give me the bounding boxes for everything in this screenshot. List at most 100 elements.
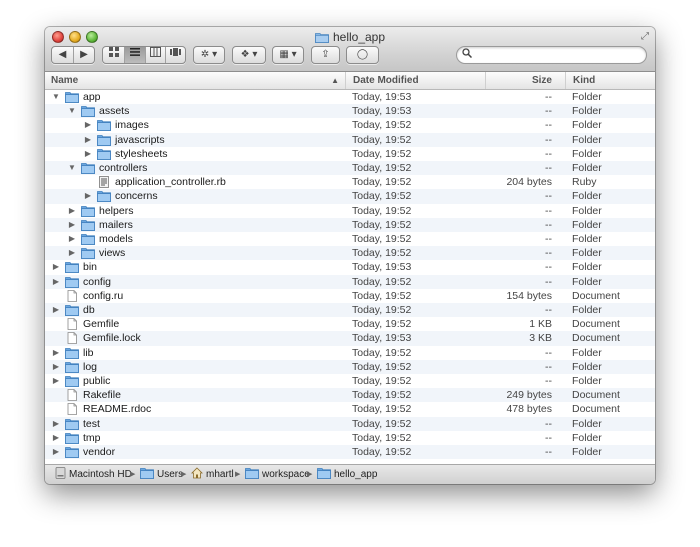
path-separator-icon: ▶ <box>130 471 136 478</box>
arrange-menu-button[interactable]: ▦ ▾ <box>272 46 304 64</box>
document-icon <box>65 389 79 402</box>
folder-icon <box>97 134 111 146</box>
file-name: stylesheets <box>115 147 168 160</box>
file-row[interactable]: ▶ images Today, 19:52 -- Folder <box>45 118 655 132</box>
file-row[interactable]: README.rdoc Today, 19:52 478 bytes Document <box>45 402 655 416</box>
column-name-header[interactable]: Name ▲ <box>51 72 345 89</box>
file-row[interactable]: ▶ config Today, 19:52 -- Folder <box>45 274 655 289</box>
file-row[interactable]: Rakefile Today, 19:52 249 bytes Document <box>45 388 655 403</box>
disclosure-closed-icon[interactable]: ▶ <box>51 431 61 445</box>
disclosure-closed-icon[interactable]: ▶ <box>51 374 61 388</box>
dropbox-menu-button[interactable]: ❖ ▾ <box>232 46 266 64</box>
path-item-label: Macintosh HD <box>69 469 132 480</box>
fullscreen-icon[interactable]: ⤢ <box>641 31 649 42</box>
file-name: app <box>83 91 101 103</box>
file-date: Today, 19:52 <box>352 147 412 160</box>
file-row[interactable]: ▶ mailers Today, 19:52 -- Folder <box>45 217 655 232</box>
file-row[interactable]: ▶ public Today, 19:52 -- Folder <box>45 374 655 388</box>
path-item[interactable]: workspace <box>245 465 310 484</box>
column-size-header[interactable]: Size <box>485 72 565 89</box>
file-row[interactable]: ▶ views Today, 19:52 -- Folder <box>45 246 655 261</box>
file-kind: Folder <box>572 360 602 373</box>
file-row[interactable]: ▶ stylesheets Today, 19:52 -- Folder <box>45 147 655 161</box>
icon-view-button[interactable] <box>103 47 124 63</box>
file-row[interactable]: ▶ db Today, 19:52 -- Folder <box>45 303 655 318</box>
folder-icon <box>65 347 79 359</box>
disclosure-closed-icon[interactable]: ▶ <box>51 445 61 459</box>
file-row[interactable]: ▶ helpers Today, 19:52 -- Folder <box>45 204 655 218</box>
disclosure-closed-icon[interactable]: ▶ <box>51 417 61 431</box>
search-input[interactable] <box>475 48 640 61</box>
file-name: db <box>83 304 95 316</box>
file-row[interactable]: ▶ tmp Today, 19:52 -- Folder <box>45 431 655 445</box>
disclosure-closed-icon[interactable]: ▶ <box>51 260 61 274</box>
disclosure-closed-icon[interactable]: ▶ <box>83 133 93 147</box>
file-row[interactable]: config.ru Today, 19:52 154 bytes Document <box>45 289 655 303</box>
folder-icon <box>65 304 79 316</box>
file-row[interactable]: ▶ lib Today, 19:52 -- Folder <box>45 346 655 360</box>
file-name: Gemfile.lock <box>83 332 141 345</box>
disclosure-closed-icon[interactable]: ▶ <box>51 275 61 289</box>
file-row[interactable]: ▶ javascripts Today, 19:52 -- Folder <box>45 132 655 147</box>
file-row[interactable]: ▼ assets Today, 19:53 -- Folder <box>45 104 655 119</box>
file-size: -- <box>545 233 552 245</box>
file-row[interactable]: application_controller.rb Today, 19:52 204… <box>45 175 655 189</box>
file-row[interactable]: ▶ bin Today, 19:53 -- Folder <box>45 260 655 274</box>
tag-button[interactable]: ◯ <box>346 46 379 64</box>
file-row[interactable]: ▶ vendor Today, 19:52 -- Folder <box>45 445 655 460</box>
path-item[interactable]: Users <box>140 465 183 484</box>
path-item[interactable]: hello_app <box>317 465 377 484</box>
share-button[interactable]: ⇪ <box>311 46 340 64</box>
disclosure-closed-icon[interactable]: ▶ <box>83 189 93 203</box>
path-item[interactable]: mhartl <box>191 465 234 484</box>
file-name: config <box>83 275 112 288</box>
disclosure-closed-icon[interactable]: ▶ <box>83 147 93 161</box>
file-size: -- <box>545 204 552 217</box>
disclosure-open-icon[interactable]: ▼ <box>67 161 77 175</box>
file-row[interactable]: Gemfile.lock Today, 19:53 3 KB Document <box>45 331 655 346</box>
file-row[interactable]: ▶ models Today, 19:52 -- Folder <box>45 232 655 246</box>
file-size: -- <box>545 304 552 316</box>
back-button[interactable]: ◀ <box>52 47 73 63</box>
file-row[interactable]: ▼ controllers Today, 19:52 -- Folder <box>45 161 655 176</box>
list-view-button[interactable] <box>124 47 145 63</box>
path-item[interactable]: Macintosh HD <box>55 465 132 484</box>
column-view-button[interactable] <box>145 47 165 63</box>
file-row[interactable]: ▼ app Today, 19:53 -- Folder <box>45 90 655 104</box>
search-field[interactable] <box>456 46 647 64</box>
disclosure-closed-icon[interactable]: ▶ <box>51 360 61 374</box>
action-menu-button[interactable]: ✲ ▾ <box>193 46 225 64</box>
column-kind-header[interactable]: Kind <box>565 72 655 89</box>
folder-icon <box>65 261 79 274</box>
folder-icon <box>65 446 79 458</box>
finder-window: hello_app ⤢ ◀ ▶ ✲ ▾ ❖ ▾ ▦ ▾ ⇪ ◯ Name ▲ D… <box>45 27 655 484</box>
file-row[interactable]: ▶ test Today, 19:52 -- Folder <box>45 416 655 431</box>
disclosure-open-icon[interactable]: ▼ <box>67 104 77 118</box>
file-size: -- <box>545 190 552 203</box>
document-icon <box>65 403 79 416</box>
disclosure-closed-icon[interactable]: ▶ <box>51 346 61 360</box>
file-size: -- <box>545 346 552 359</box>
disclosure-closed-icon[interactable]: ▶ <box>67 218 77 232</box>
file-date: Today, 19:52 <box>352 446 412 458</box>
home-icon <box>191 467 203 484</box>
file-row[interactable]: Gemfile Today, 19:52 1 KB Document <box>45 317 655 331</box>
disclosure-closed-icon[interactable]: ▶ <box>83 118 93 132</box>
file-size: -- <box>545 431 552 444</box>
file-name: javascripts <box>115 133 165 146</box>
file-name: mailers <box>99 218 133 231</box>
disclosure-closed-icon[interactable]: ▶ <box>51 303 61 317</box>
cover-flow-button[interactable] <box>165 47 185 63</box>
file-date: Today, 19:52 <box>352 190 412 203</box>
forward-button[interactable]: ▶ <box>73 47 94 63</box>
disclosure-closed-icon[interactable]: ▶ <box>67 204 77 218</box>
column-date-header[interactable]: Date Modified <box>345 72 485 89</box>
disclosure-open-icon[interactable]: ▼ <box>51 90 61 104</box>
disclosure-closed-icon[interactable]: ▶ <box>67 246 77 260</box>
file-row[interactable]: ▶ log Today, 19:52 -- Folder <box>45 359 655 374</box>
file-size: 249 bytes <box>506 389 552 402</box>
file-row[interactable]: ▶ concerns Today, 19:52 -- Folder <box>45 189 655 204</box>
disclosure-closed-icon[interactable]: ▶ <box>67 232 77 246</box>
folder-icon <box>65 418 79 430</box>
file-name: test <box>83 417 100 430</box>
